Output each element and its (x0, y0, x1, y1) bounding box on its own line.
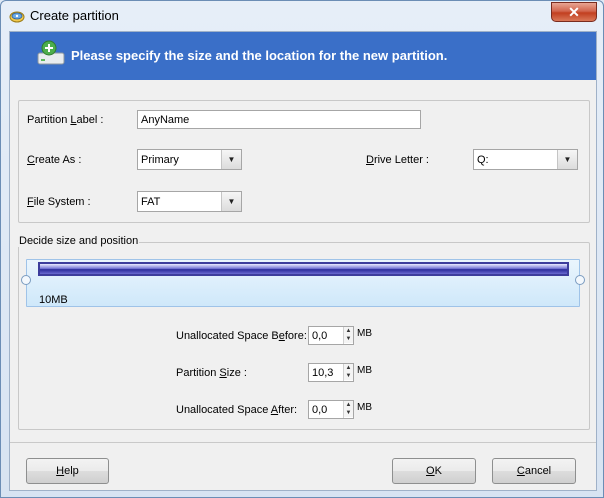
unallocated-before-value: 0,0 (312, 330, 328, 342)
caption-text: reate As : (34, 154, 82, 166)
add-drive-icon (37, 40, 65, 65)
footer-divider (10, 442, 596, 443)
dialog-body: Please specify the size and the location… (9, 31, 597, 491)
create-as-value: Primary (141, 154, 179, 166)
partition-label-input[interactable] (137, 110, 421, 129)
create-as-select[interactable]: Primary ▼ (137, 149, 242, 170)
button-hotkey: H (56, 465, 65, 477)
button-label: K (434, 465, 442, 477)
drive-letter-select[interactable]: Q: ▼ (473, 149, 578, 170)
spinner-arrows[interactable]: ▲ ▼ (343, 327, 353, 344)
button-label: ancel (524, 465, 552, 477)
unallocated-after-value: 0,0 (312, 404, 328, 416)
partition-size-spinner[interactable]: 10,3 ▲ ▼ (308, 363, 354, 382)
caption-text: fter: (278, 404, 298, 416)
spinner-arrows[interactable]: ▲ ▼ (343, 401, 353, 418)
caption-hotkey: C (27, 154, 35, 166)
help-button[interactable]: Help (26, 458, 109, 484)
unallocated-after-spinner[interactable]: 0,0 ▲ ▼ (308, 400, 354, 419)
caption-text: Partition (27, 114, 71, 126)
spinner-arrows[interactable]: ▲ ▼ (343, 364, 353, 381)
cancel-button[interactable]: Cancel (492, 458, 576, 484)
partition-label-caption: Partition Label : (27, 114, 103, 126)
spin-down-icon[interactable]: ▼ (344, 335, 353, 343)
create-as-caption: Create As : (27, 154, 81, 166)
unit-label: MB (357, 365, 372, 376)
banner-instruction: Please specify the size and the location… (71, 48, 448, 63)
unallocated-before-caption: Unallocated Space Before: (176, 330, 307, 342)
window-title: Create partition (30, 8, 119, 23)
caption-text: Partition (176, 367, 220, 379)
caption-text: abel : (76, 114, 104, 126)
unit-label: MB (357, 402, 372, 413)
ok-button[interactable]: OK (392, 458, 476, 484)
partition-size-bar[interactable] (38, 262, 569, 276)
caption-text: Unallocated Space (176, 404, 271, 416)
partition-size-label: 10MB (39, 294, 68, 306)
unit-label: MB (357, 328, 372, 339)
drive-letter-value: Q: (477, 154, 489, 166)
spin-up-icon[interactable]: ▲ (344, 327, 353, 335)
partition-size-caption: Partition Size : (176, 367, 247, 379)
left-resize-handle[interactable] (21, 275, 31, 285)
disk-app-icon (9, 11, 25, 23)
drive-letter-caption: Drive Letter : (366, 154, 429, 166)
caption-text: Unallocated Space B (176, 330, 279, 342)
title-bar[interactable]: Create partition ✕ (1, 1, 603, 31)
button-hotkey: C (516, 465, 525, 477)
dropdown-arrow-icon[interactable]: ▼ (221, 192, 241, 211)
caption-hotkey: D (366, 154, 374, 166)
close-icon: ✕ (568, 3, 580, 20)
caption-hotkey: S (219, 367, 227, 379)
partition-size-value: 10,3 (312, 367, 334, 379)
close-button[interactable]: ✕ (551, 2, 597, 22)
spin-up-icon[interactable]: ▲ (344, 401, 353, 409)
caption-text: fore: (284, 330, 307, 342)
spin-down-icon[interactable]: ▼ (344, 409, 353, 417)
spin-down-icon[interactable]: ▼ (344, 372, 353, 380)
file-system-caption: File System : (27, 196, 91, 208)
create-partition-window: Create partition ✕ Please specify the si… (0, 0, 604, 498)
dropdown-arrow-icon[interactable]: ▼ (221, 150, 241, 169)
spin-up-icon[interactable]: ▲ (344, 364, 353, 372)
dropdown-arrow-icon[interactable]: ▼ (557, 150, 577, 169)
button-label: elp (64, 465, 79, 477)
file-system-value: FAT (141, 196, 161, 208)
unallocated-after-caption: Unallocated Space After: (176, 404, 297, 416)
button-hotkey: O (426, 465, 435, 477)
size-position-title: Decide size and position (18, 235, 140, 247)
unallocated-before-spinner[interactable]: 0,0 ▲ ▼ (308, 326, 354, 345)
header-banner: Please specify the size and the location… (10, 32, 596, 80)
caption-text: ize : (226, 367, 247, 379)
file-system-select[interactable]: FAT ▼ (137, 191, 242, 212)
caption-text: ile System : (33, 196, 91, 208)
caption-text: rive Letter : (373, 154, 429, 166)
caption-hotkey: F (27, 196, 34, 208)
right-resize-handle[interactable] (575, 275, 585, 285)
